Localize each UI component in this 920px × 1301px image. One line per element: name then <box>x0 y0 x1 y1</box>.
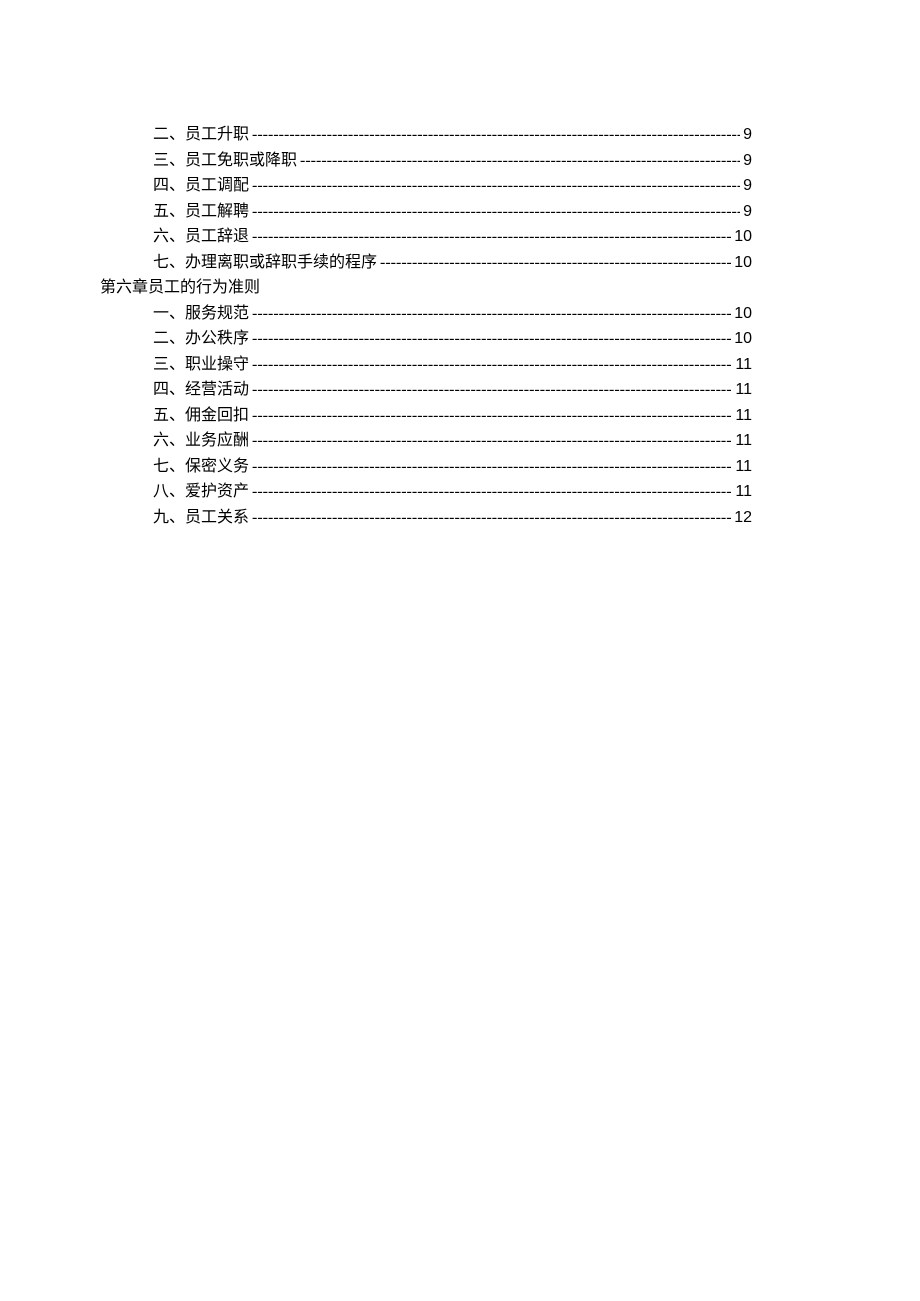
toc-leader <box>252 122 740 148</box>
toc-entry: 二、员工升职 9 <box>153 122 752 148</box>
toc-leader <box>252 352 732 378</box>
toc-entry: 一、服务规范 10 <box>153 301 752 327</box>
toc-entry: 五、佣金回扣 11 <box>153 403 752 429</box>
toc-label: 三、职业操守 <box>153 352 249 378</box>
table-of-contents: 二、员工升职 9 三、员工免职或降职 9 四、员工调配 9 五、员工解聘 9 六… <box>100 122 752 530</box>
toc-label: 三、员工免职或降职 <box>153 148 297 174</box>
toc-page: 10 <box>734 326 752 352</box>
toc-entry: 六、业务应酬 11 <box>153 428 752 454</box>
toc-page: 11 <box>735 479 752 505</box>
toc-page: 11 <box>735 377 752 403</box>
toc-page: 10 <box>734 301 752 327</box>
toc-label: 四、经营活动 <box>153 377 249 403</box>
toc-label: 六、员工辞退 <box>153 224 249 250</box>
toc-label: 七、办理离职或辞职手续的程序 <box>153 250 377 276</box>
toc-page: 11 <box>735 454 752 480</box>
toc-page: 9 <box>743 199 752 225</box>
toc-leader <box>380 250 731 276</box>
toc-entry: 三、职业操守 11 <box>153 352 752 378</box>
toc-leader <box>252 326 731 352</box>
toc-entry: 四、经营活动 11 <box>153 377 752 403</box>
toc-leader <box>252 301 731 327</box>
toc-label: 七、保密义务 <box>153 454 249 480</box>
toc-leader <box>252 428 732 454</box>
toc-entry: 二、办公秩序 10 <box>153 326 752 352</box>
toc-page: 9 <box>743 122 752 148</box>
toc-page: 12 <box>734 505 752 531</box>
toc-entry: 五、员工解聘 9 <box>153 199 752 225</box>
toc-entry: 九、员工关系 12 <box>153 505 752 531</box>
toc-label: 五、佣金回扣 <box>153 403 249 429</box>
toc-leader <box>300 148 740 174</box>
toc-page: 11 <box>735 352 752 378</box>
toc-page: 10 <box>734 224 752 250</box>
toc-leader <box>252 454 732 480</box>
toc-label: 八、爱护资产 <box>153 479 249 505</box>
toc-entry: 七、办理离职或辞职手续的程序 10 <box>153 250 752 276</box>
toc-label: 二、办公秩序 <box>153 326 249 352</box>
toc-leader <box>252 377 732 403</box>
toc-section-heading: 第六章员工的行为准则 <box>100 275 752 301</box>
toc-page: 10 <box>734 250 752 276</box>
toc-leader <box>252 173 740 199</box>
toc-leader <box>252 505 731 531</box>
toc-label: 一、服务规范 <box>153 301 249 327</box>
toc-leader <box>252 224 731 250</box>
toc-leader <box>252 479 732 505</box>
toc-page: 11 <box>735 428 752 454</box>
toc-label: 九、员工关系 <box>153 505 249 531</box>
toc-label: 二、员工升职 <box>153 122 249 148</box>
toc-entry: 三、员工免职或降职 9 <box>153 148 752 174</box>
toc-page: 9 <box>743 148 752 174</box>
toc-leader <box>252 403 732 429</box>
toc-entry: 八、爱护资产 11 <box>153 479 752 505</box>
toc-label: 四、员工调配 <box>153 173 249 199</box>
toc-leader <box>252 199 740 225</box>
toc-label: 六、业务应酬 <box>153 428 249 454</box>
toc-entry: 六、员工辞退 10 <box>153 224 752 250</box>
toc-label: 五、员工解聘 <box>153 199 249 225</box>
toc-page: 11 <box>735 403 752 429</box>
toc-entry: 七、保密义务 11 <box>153 454 752 480</box>
toc-entry: 四、员工调配 9 <box>153 173 752 199</box>
toc-page: 9 <box>743 173 752 199</box>
